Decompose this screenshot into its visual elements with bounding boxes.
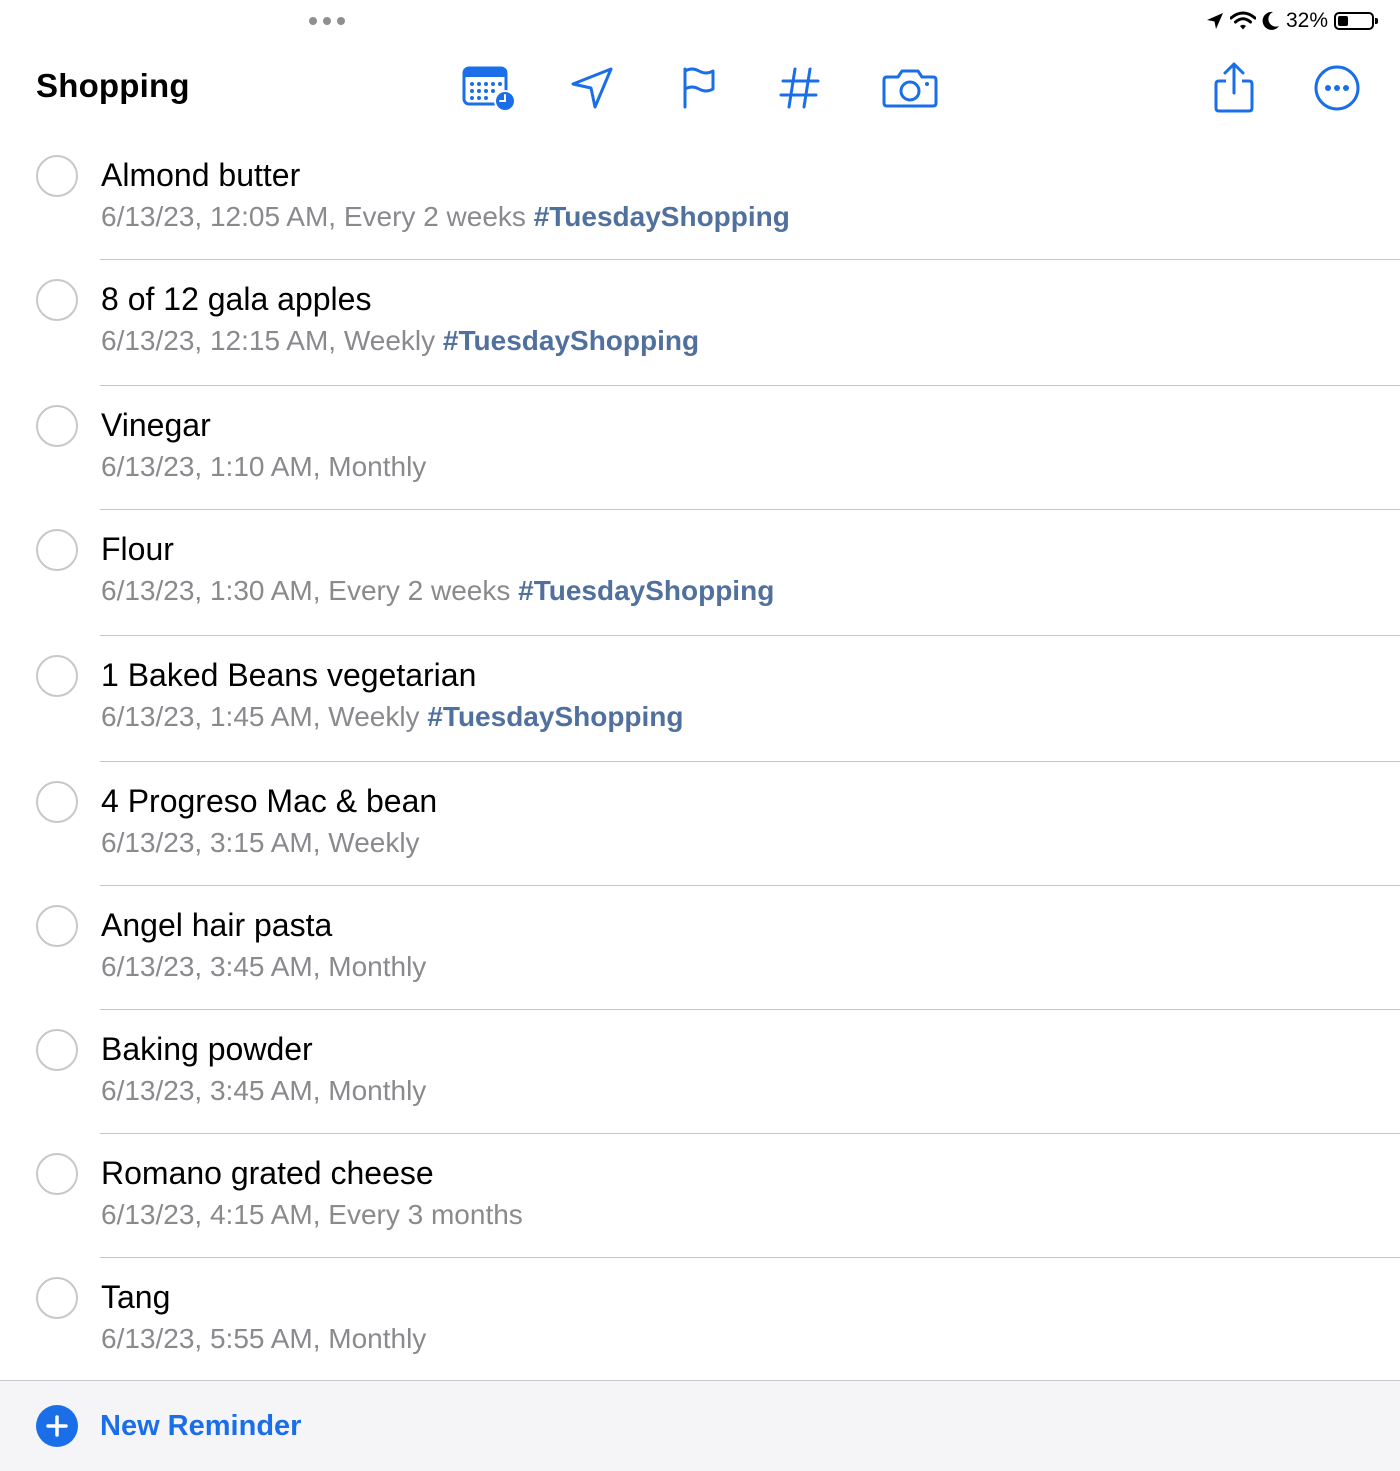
reminder-date-repeat: 6/13/23, 4:15 AM, Every 3 months (101, 1199, 523, 1230)
reminder-details: 6/13/23, 1:10 AM, Monthly (101, 449, 426, 485)
battery-percentage: 32% (1285, 9, 1328, 32)
reminder-details: 6/13/23, 3:45 AM, Monthly (101, 1073, 426, 1109)
reminder-row[interactable]: Angel hair pasta 6/13/23, 3:45 AM, Month… (0, 886, 1400, 1010)
completion-circle[interactable] (36, 155, 78, 197)
reminder-title[interactable]: 8 of 12 gala apples (101, 279, 371, 319)
completion-circle[interactable] (36, 1277, 78, 1319)
battery-icon (1334, 12, 1378, 30)
reminder-title[interactable]: 4 Progreso Mac & bean (101, 781, 437, 821)
footer-bar: New Reminder (0, 1380, 1400, 1471)
reminder-list: Almond butter 6/13/23, 12:05 AM, Every 2… (0, 136, 1400, 1382)
list-title: Shopping (36, 67, 190, 104)
reminder-details: 6/13/23, 12:05 AM, Every 2 weeks #Tuesda… (101, 199, 790, 235)
share-button[interactable] (1204, 62, 1264, 114)
completion-circle[interactable] (36, 279, 78, 321)
reminder-details: 6/13/23, 1:45 AM, Weekly #TuesdayShoppin… (101, 699, 684, 735)
more-button[interactable] (1307, 62, 1367, 114)
reminder-title[interactable]: Flour (101, 529, 174, 569)
flag-icon (676, 65, 720, 111)
new-reminder-button[interactable]: New Reminder (36, 1405, 301, 1447)
reminder-row[interactable]: Tang 6/13/23, 5:55 AM, Monthly (0, 1258, 1400, 1382)
reminder-details: 6/13/23, 5:55 AM, Monthly (101, 1321, 426, 1357)
reminder-details: 6/13/23, 3:15 AM, Weekly (101, 825, 420, 861)
more-icon (1313, 64, 1361, 112)
reminder-tag[interactable]: #TuesdayShopping (427, 701, 683, 732)
reminder-date-repeat: 6/13/23, 1:45 AM, Weekly (101, 701, 420, 732)
reminder-tag[interactable]: #TuesdayShopping (443, 325, 699, 356)
reminder-details: 6/13/23, 1:30 AM, Every 2 weeks #Tuesday… (101, 573, 774, 609)
camera-button[interactable] (880, 62, 940, 114)
hashtag-icon (777, 65, 823, 111)
location-arrow-icon (569, 65, 615, 111)
tag-button[interactable] (770, 62, 830, 114)
new-reminder-label: New Reminder (100, 1409, 302, 1442)
battery-fill (1338, 16, 1349, 26)
calendar-clock-icon (460, 63, 516, 113)
reminder-title[interactable]: 1 Baked Beans vegetarian (101, 655, 476, 695)
reminder-row[interactable]: Baking powder 6/13/23, 3:45 AM, Monthly (0, 1010, 1400, 1134)
completion-circle[interactable] (36, 905, 78, 947)
completion-circle[interactable] (36, 655, 78, 697)
reminder-date-repeat: 6/13/23, 5:55 AM, Monthly (101, 1323, 427, 1354)
reminder-date-repeat: 6/13/23, 3:15 AM, Weekly (101, 827, 420, 858)
toolbar: Shopping (0, 50, 1400, 130)
reminder-row[interactable]: 4 Progreso Mac & bean 6/13/23, 3:15 AM, … (0, 762, 1400, 886)
reminder-date-repeat: 6/13/23, 3:45 AM, Monthly (101, 1075, 427, 1106)
reminder-row[interactable]: 1 Baked Beans vegetarian 6/13/23, 1:45 A… (0, 636, 1400, 762)
share-icon (1211, 61, 1257, 115)
wifi-icon (1229, 11, 1256, 31)
reminder-row[interactable]: 8 of 12 gala apples 6/13/23, 12:15 AM, W… (0, 260, 1400, 386)
reminder-title[interactable]: Almond butter (101, 155, 300, 195)
status-bar: 32% (0, 0, 1400, 44)
reminder-date-repeat: 6/13/23, 1:30 AM, Every 2 weeks (101, 575, 511, 606)
status-indicators: 32% (1206, 8, 1378, 34)
camera-icon (881, 65, 939, 111)
reminder-title[interactable]: Vinegar (101, 405, 211, 445)
flag-button[interactable] (668, 62, 728, 114)
reminder-date-repeat: 6/13/23, 12:15 AM, Weekly (101, 325, 436, 356)
reminder-title[interactable]: Romano grated cheese (101, 1153, 434, 1193)
reminder-tag[interactable]: #TuesdayShopping (518, 575, 774, 606)
reminder-row[interactable]: Almond butter 6/13/23, 12:05 AM, Every 2… (0, 136, 1400, 260)
completion-circle[interactable] (36, 781, 78, 823)
completion-circle[interactable] (36, 405, 78, 447)
reminder-row[interactable]: Flour 6/13/23, 1:30 AM, Every 2 weeks #T… (0, 510, 1400, 636)
reminder-title[interactable]: Baking powder (101, 1029, 313, 1069)
plus-circle-icon (36, 1405, 78, 1447)
location-button[interactable] (562, 62, 622, 114)
completion-circle[interactable] (36, 1153, 78, 1195)
reminder-title[interactable]: Tang (101, 1277, 170, 1317)
reminder-date-repeat: 6/13/23, 1:10 AM, Monthly (101, 451, 427, 482)
reminder-details: 6/13/23, 3:45 AM, Monthly (101, 949, 426, 985)
reminder-date-repeat: 6/13/23, 3:45 AM, Monthly (101, 951, 427, 982)
multitasking-dots-icon[interactable] (309, 17, 345, 25)
reminder-row[interactable]: Vinegar 6/13/23, 1:10 AM, Monthly (0, 386, 1400, 510)
reminder-tag[interactable]: #TuesdayShopping (534, 201, 790, 232)
reminder-details: 6/13/23, 12:15 AM, Weekly #TuesdayShoppi… (101, 323, 699, 359)
reminder-details: 6/13/23, 4:15 AM, Every 3 months (101, 1197, 523, 1233)
do-not-disturb-moon-icon (1262, 11, 1280, 31)
reminder-row[interactable]: Romano grated cheese 6/13/23, 4:15 AM, E… (0, 1134, 1400, 1258)
completion-circle[interactable] (36, 529, 78, 571)
location-services-icon (1206, 12, 1224, 30)
date-time-button[interactable] (458, 62, 518, 114)
reminder-date-repeat: 6/13/23, 12:05 AM, Every 2 weeks (101, 201, 526, 232)
reminder-title[interactable]: Angel hair pasta (101, 905, 332, 945)
completion-circle[interactable] (36, 1029, 78, 1071)
